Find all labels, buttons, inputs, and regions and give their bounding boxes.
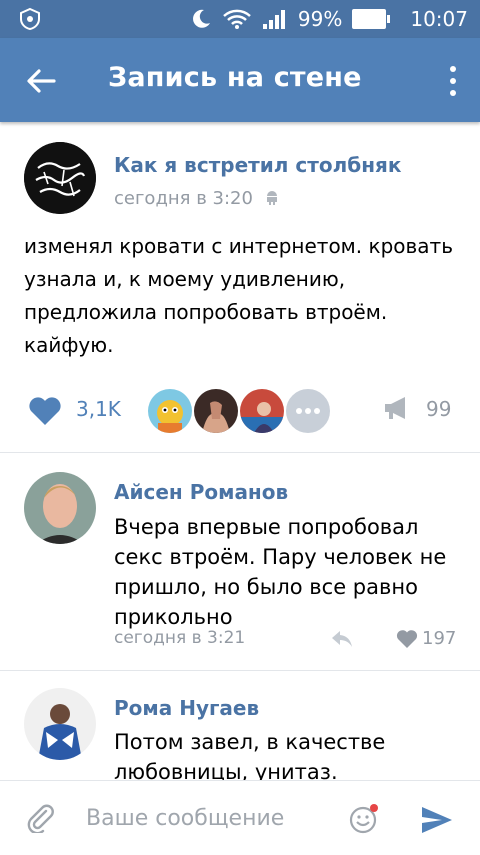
emoji-icon[interactable] — [348, 803, 380, 835]
divider — [0, 670, 480, 671]
post-timestamp: сегодня в 3:20 — [114, 188, 253, 209]
send-icon[interactable] — [420, 805, 454, 835]
comment-text: Потом завел, в качестве любовницы, унита… — [114, 730, 386, 784]
wifi-icon — [223, 9, 251, 29]
message-input[interactable] — [86, 799, 326, 837]
app-bar: Запись на стене — [0, 38, 480, 122]
comment-author[interactable]: Айсен Романов — [114, 480, 288, 504]
shield-icon — [20, 7, 40, 31]
like-count[interactable]: 3,1K — [76, 397, 121, 421]
attachment-icon[interactable] — [26, 803, 56, 833]
moon-icon — [192, 9, 210, 28]
clock: 10:07 — [410, 7, 468, 31]
heart-icon[interactable] — [396, 629, 418, 649]
liker-avatar[interactable] — [192, 387, 240, 435]
signal-icon — [262, 10, 285, 29]
divider — [0, 452, 480, 453]
community-name[interactable]: Как я встретил столбняк — [114, 153, 401, 177]
repost-count[interactable]: 99 — [426, 397, 451, 421]
heart-icon[interactable] — [28, 396, 62, 426]
comment-text: Вчера впервые попробовал секс втроём. Па… — [114, 515, 447, 629]
battery-icon — [352, 9, 391, 29]
community-logo — [24, 142, 96, 214]
megaphone-icon[interactable] — [383, 394, 411, 422]
liker-avatar[interactable] — [146, 387, 194, 435]
commenter-avatar[interactable] — [24, 688, 96, 760]
status-bar: 99% 10:07 — [0, 0, 480, 38]
liker-avatar[interactable] — [238, 387, 286, 435]
more-likers-button[interactable] — [284, 387, 332, 435]
comment-timestamp: сегодня в 3:21 — [114, 628, 246, 648]
commenter-avatar[interactable] — [24, 472, 96, 544]
more-vert-icon[interactable] — [446, 64, 460, 98]
android-icon — [267, 191, 277, 205]
page-title: Запись на стене — [108, 62, 362, 93]
message-composer — [0, 780, 480, 855]
comment-like-count[interactable]: 197 — [422, 628, 456, 649]
back-arrow-icon[interactable] — [24, 64, 58, 98]
post-text: изменял кровати с интернетом. кровать уз… — [24, 234, 453, 357]
reply-icon[interactable] — [330, 629, 354, 649]
comment-author[interactable]: Рома Нугаев — [114, 696, 259, 720]
community-avatar[interactable] — [24, 142, 96, 214]
battery-percent: 99% — [297, 7, 343, 31]
